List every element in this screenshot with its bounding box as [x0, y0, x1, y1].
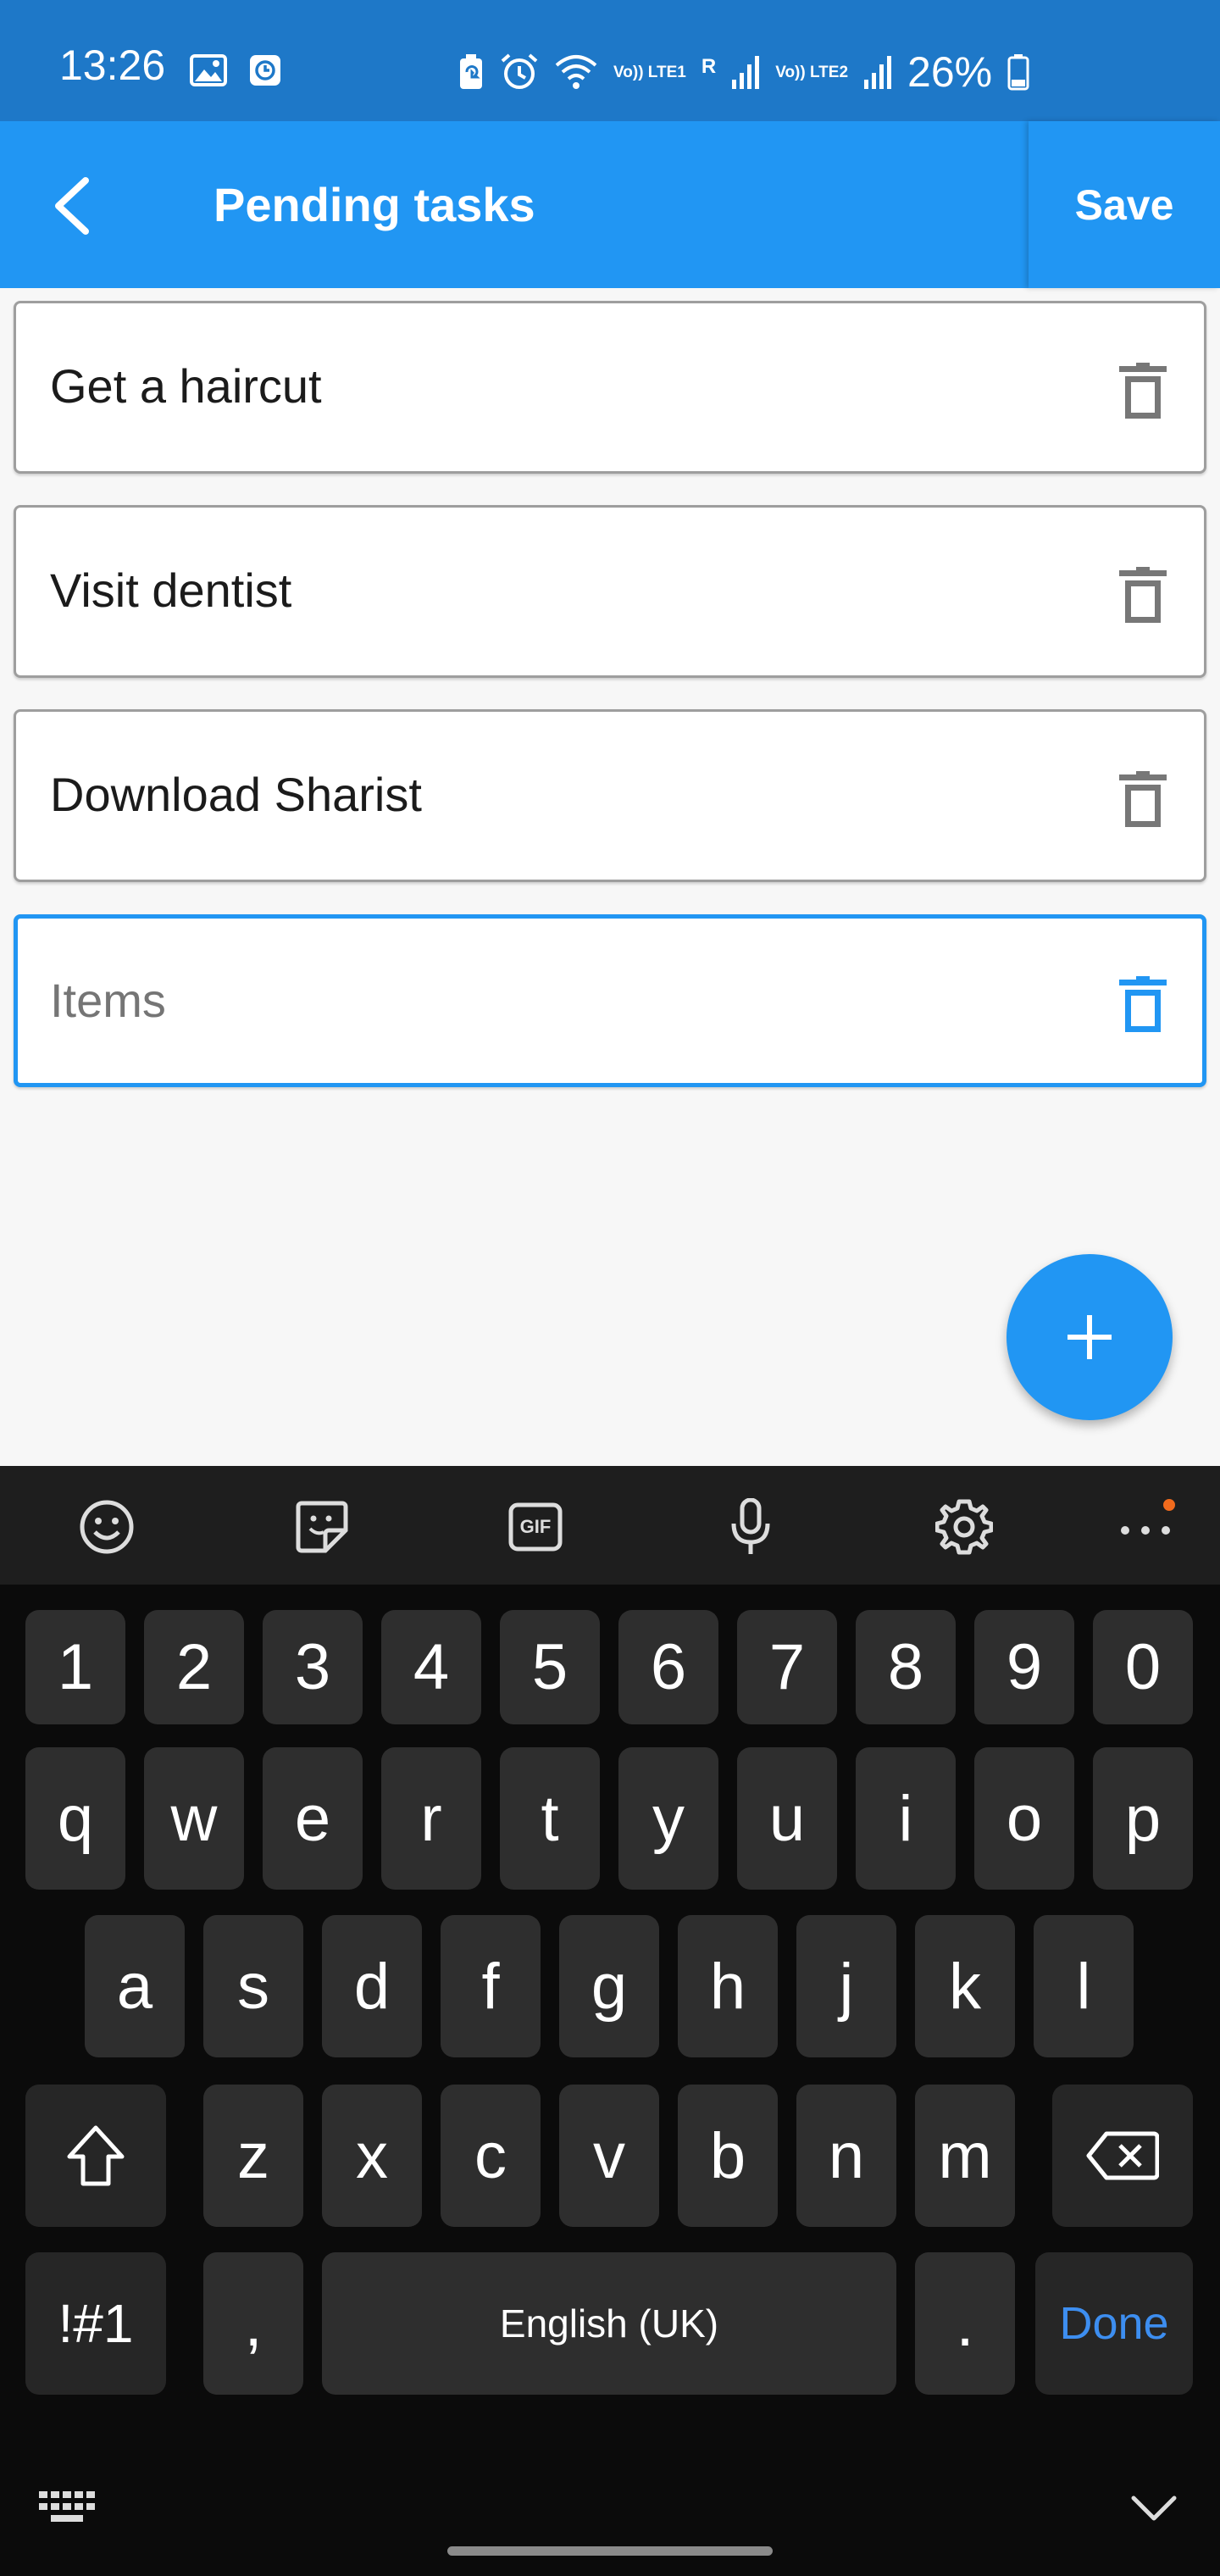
comma-key[interactable]: ,	[203, 2252, 303, 2395]
key-8[interactable]: 8	[856, 1610, 956, 1724]
page-title: Pending tasks	[214, 178, 535, 231]
key-i[interactable]: i	[856, 1747, 956, 1890]
task-item[interactable]: Get a haircut	[14, 301, 1206, 474]
image-icon	[190, 54, 227, 86]
battery-percent: 26%	[907, 48, 993, 96]
back-arrow-icon	[55, 177, 89, 235]
key-1[interactable]: 1	[25, 1610, 125, 1724]
wifi-icon	[555, 55, 597, 89]
symbols-key[interactable]: !#1	[25, 2252, 166, 2395]
navigation-handle[interactable]	[447, 2546, 773, 2556]
key-g[interactable]: g	[559, 1915, 659, 2057]
shift-icon	[67, 2125, 125, 2186]
hide-keyboard-icon[interactable]	[1130, 2495, 1178, 2522]
status-bar: 13:26 Vo)) LTE1 R Vo)) LTE2 26%	[0, 0, 1220, 121]
key-j[interactable]: j	[796, 1915, 896, 2057]
delete-icon[interactable]	[1117, 976, 1168, 1035]
add-task-button[interactable]	[1006, 1254, 1173, 1420]
key-0[interactable]: 0	[1093, 1610, 1193, 1724]
keyboard: 1 2 3 4 5 6 7 8 9 0 q w e r t y u i o p …	[0, 1585, 1220, 2576]
key-a[interactable]: a	[85, 1915, 185, 2057]
more-icon[interactable]	[1117, 1498, 1184, 1556]
keyboard-switch-icon[interactable]	[37, 2490, 98, 2525]
battery-saver-icon	[460, 54, 482, 89]
delete-icon[interactable]	[1117, 363, 1168, 422]
key-t[interactable]: t	[500, 1747, 600, 1890]
sticker-icon[interactable]	[293, 1498, 351, 1556]
key-c[interactable]: c	[441, 2085, 541, 2227]
key-k[interactable]: k	[915, 1915, 1015, 2057]
new-item-input[interactable]	[50, 966, 1067, 1034]
backspace-icon	[1086, 2131, 1159, 2180]
key-5[interactable]: 5	[500, 1610, 600, 1724]
signal-icon	[864, 56, 892, 89]
key-l[interactable]: l	[1034, 1915, 1134, 2057]
status-time: 13:26	[59, 42, 166, 89]
task-text[interactable]: Get a haircut	[50, 358, 322, 414]
key-e[interactable]: e	[263, 1747, 363, 1890]
key-p[interactable]: p	[1093, 1747, 1193, 1890]
key-r[interactable]: r	[381, 1747, 481, 1890]
key-y[interactable]: y	[618, 1747, 718, 1890]
battery-icon	[1007, 54, 1029, 91]
task-item[interactable]: Visit dentist	[14, 505, 1206, 678]
back-button[interactable]	[34, 168, 110, 244]
gif-icon[interactable]: GIF	[507, 1498, 564, 1556]
backspace-key[interactable]	[1052, 2085, 1193, 2227]
key-4[interactable]: 4	[381, 1610, 481, 1724]
key-9[interactable]: 9	[974, 1610, 1074, 1724]
task-text[interactable]: Download Sharist	[50, 766, 422, 823]
key-w[interactable]: w	[144, 1747, 244, 1890]
delete-icon[interactable]	[1117, 771, 1168, 830]
key-o[interactable]: o	[974, 1747, 1074, 1890]
plus-icon	[1068, 1315, 1112, 1359]
gif-label: GIF	[519, 1516, 552, 1537]
shift-key[interactable]	[25, 2085, 166, 2227]
signal-icon	[732, 56, 760, 89]
key-m[interactable]: m	[915, 2085, 1015, 2227]
roaming-indicator: R	[701, 54, 717, 78]
space-key[interactable]: English (UK)	[322, 2252, 896, 2395]
key-3[interactable]: 3	[263, 1610, 363, 1724]
key-d[interactable]: d	[322, 1915, 422, 2057]
app-bar: Pending tasks Save	[0, 121, 1220, 288]
key-u[interactable]: u	[737, 1747, 837, 1890]
key-x[interactable]: x	[322, 2085, 422, 2227]
task-item[interactable]: Download Sharist	[14, 709, 1206, 882]
clock-badge-icon	[250, 55, 280, 86]
key-z[interactable]: z	[203, 2085, 303, 2227]
key-6[interactable]: 6	[618, 1610, 718, 1724]
task-text[interactable]: Visit dentist	[50, 562, 291, 619]
save-button[interactable]: Save	[1029, 121, 1220, 288]
key-2[interactable]: 2	[144, 1610, 244, 1724]
key-b[interactable]: b	[678, 2085, 778, 2227]
key-q[interactable]: q	[25, 1747, 125, 1890]
settings-icon[interactable]	[935, 1498, 993, 1556]
period-key[interactable]: .	[915, 2252, 1015, 2395]
key-f[interactable]: f	[441, 1915, 541, 2057]
new-task-item[interactable]	[14, 914, 1206, 1087]
key-n[interactable]: n	[796, 2085, 896, 2227]
sim1-label: Vo)) LTE1	[613, 63, 686, 81]
key-v[interactable]: v	[559, 2085, 659, 2227]
done-key[interactable]: Done	[1035, 2252, 1193, 2395]
keyboard-toolbar: GIF	[0, 1466, 1220, 1585]
key-s[interactable]: s	[203, 1915, 303, 2057]
emoji-icon[interactable]	[78, 1498, 136, 1556]
key-7[interactable]: 7	[737, 1610, 837, 1724]
sim2-label: Vo)) LTE2	[775, 63, 849, 81]
alarm-icon	[501, 53, 538, 89]
key-h[interactable]: h	[678, 1915, 778, 2057]
delete-icon[interactable]	[1117, 567, 1168, 626]
microphone-icon[interactable]	[722, 1498, 779, 1556]
